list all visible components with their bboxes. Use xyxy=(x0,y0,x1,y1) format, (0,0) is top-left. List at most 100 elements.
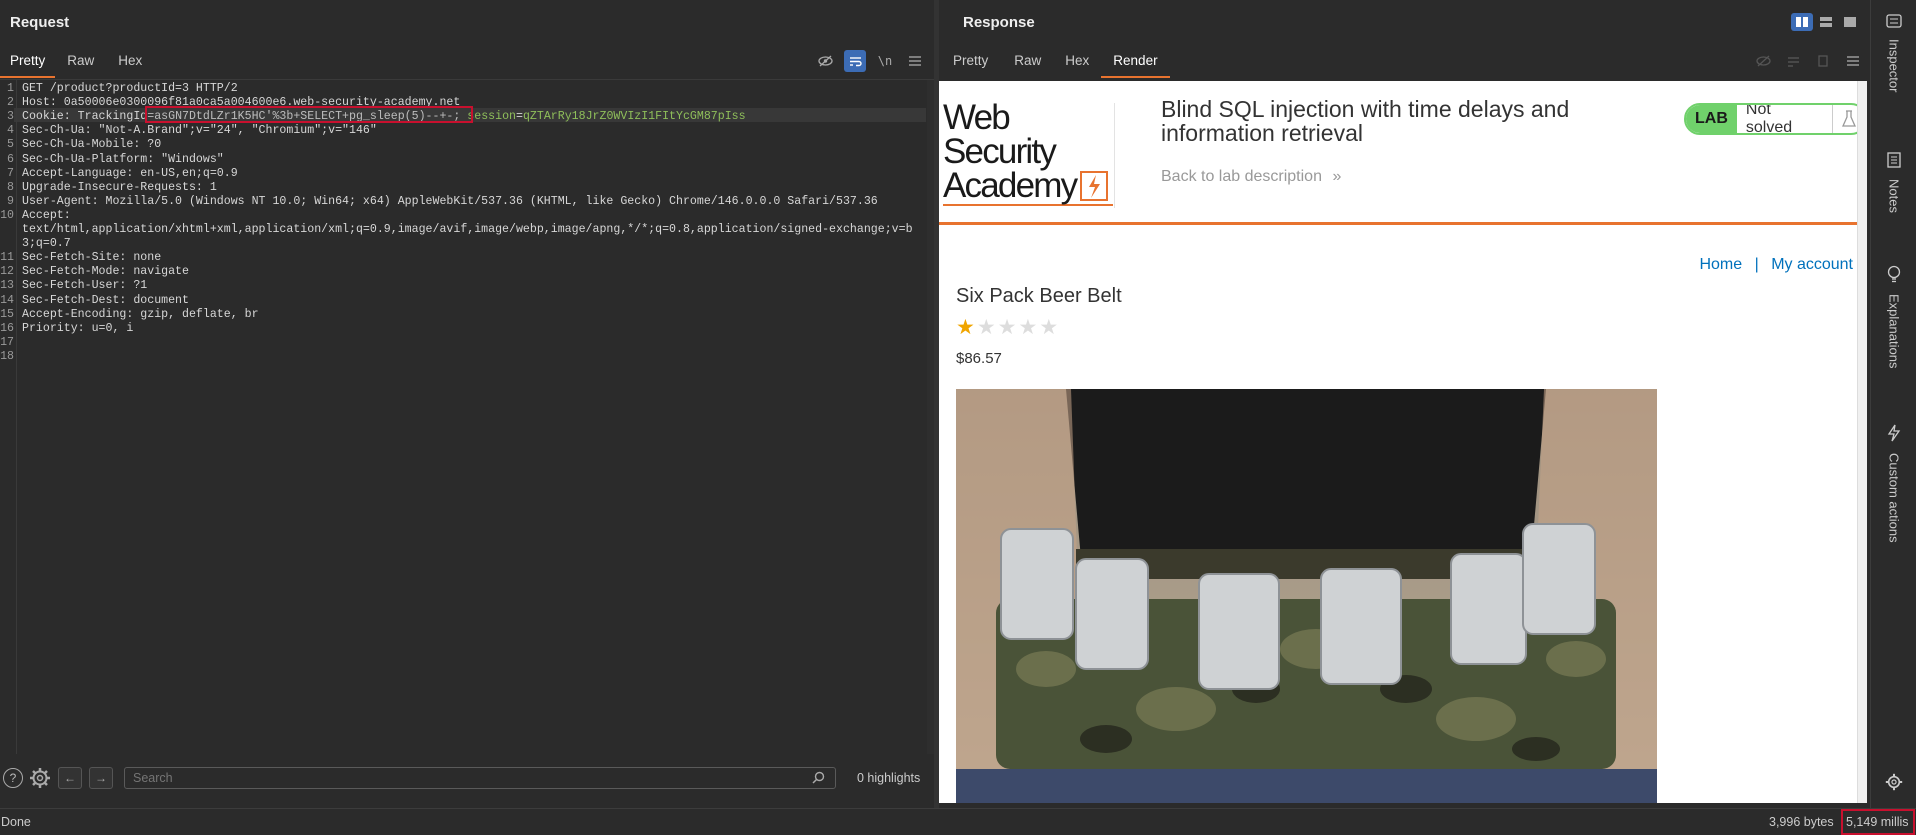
line-number: 6 xyxy=(7,152,14,166)
tab-hex[interactable]: Hex xyxy=(1053,44,1101,78)
tab-raw[interactable]: Raw xyxy=(1002,44,1053,78)
line-number: 5 xyxy=(7,138,14,152)
sidebar-item-inspector[interactable]: Inspector xyxy=(1871,14,1916,92)
product-name: Six Pack Beer Belt xyxy=(956,285,1122,307)
code-line[interactable]: Sec-Fetch-Dest: document xyxy=(22,294,189,307)
code-line[interactable]: Priority: u=0, i xyxy=(22,322,133,335)
line-number: 18 xyxy=(0,349,14,363)
request-editor[interactable]: 1 GET /product?productId=3 HTTP/2 2 Host: 0… xyxy=(0,80,934,754)
line-number: 11 xyxy=(0,251,14,265)
code-line[interactable]: Sec-Ch-Ua-Platform: "Windows" xyxy=(22,153,224,166)
tab-hex[interactable]: Hex xyxy=(106,44,154,78)
code-line[interactable]: Sec-Ch-Ua: "Not-A.Brand";v="24", "Chromi… xyxy=(22,124,377,137)
line-number: 2 xyxy=(7,96,14,110)
product-image xyxy=(956,389,1657,803)
editor-scrollbar[interactable] xyxy=(927,80,934,754)
nav-my-account-link[interactable]: My account xyxy=(1771,256,1853,273)
star-icon: ★ xyxy=(1018,316,1038,339)
inspector-icon xyxy=(1886,14,1902,31)
back-link-label: Back to lab description xyxy=(1161,168,1322,185)
status-bar: Done 3,996 bytes 5,149 millis xyxy=(0,808,1916,835)
arrow-right-icon[interactable]: → xyxy=(89,767,113,789)
eye-slash-icon[interactable] xyxy=(814,50,836,72)
code-line[interactable]: User-Agent: Mozilla/5.0 (Windows NT 10.0… xyxy=(22,195,878,208)
line-number: 15 xyxy=(0,307,14,321)
newline-icon[interactable]: \n xyxy=(874,50,896,72)
cookie-part-a: Cookie: TrackingId xyxy=(22,110,148,124)
top-nav: Home | My account xyxy=(1699,256,1853,274)
search-icon[interactable] xyxy=(812,771,825,789)
menu-icon[interactable] xyxy=(1842,50,1864,72)
line-number: 17 xyxy=(0,335,14,349)
payload-highlight-box xyxy=(145,106,473,123)
tab-render[interactable]: Render xyxy=(1101,44,1170,78)
sidebar-label-inspector: Inspector xyxy=(1886,39,1902,93)
sidebar-settings[interactable] xyxy=(1871,773,1916,794)
chevrons-right-icon: » xyxy=(1332,168,1342,185)
sidebar-item-custom-actions[interactable]: Custom actions xyxy=(1871,424,1916,543)
rendered-page[interactable]: Web Security Academy Blind SQL injection… xyxy=(939,81,1867,803)
code-line[interactable]: text/html,application/xhtml+xml,applicat… xyxy=(22,223,913,236)
render-scrollbar[interactable] xyxy=(1857,81,1867,803)
header-accent-bar xyxy=(939,222,1867,225)
line-number: 7 xyxy=(7,166,14,180)
lab-status: Not solved xyxy=(1745,103,1793,135)
word-wrap-icon[interactable] xyxy=(844,50,866,72)
nav-home-link[interactable]: Home xyxy=(1699,256,1742,273)
code-line[interactable]: Accept: xyxy=(22,209,71,222)
word-wrap-icon xyxy=(1782,50,1804,72)
star-icon: ★ xyxy=(997,316,1017,339)
request-bottom-bar: ? ← → 0 highlights xyxy=(0,763,934,793)
code-line[interactable]: Sec-Fetch-Site: none xyxy=(22,251,161,264)
line-number: 14 xyxy=(0,293,14,307)
tab-pretty[interactable]: Pretty xyxy=(939,44,1002,78)
code-line[interactable]: Accept-Encoding: gzip, deflate, br xyxy=(22,308,259,321)
lightning-icon xyxy=(1887,424,1901,445)
logo-line1: Web Security xyxy=(943,98,1057,171)
settings-gear-icon[interactable] xyxy=(29,767,51,789)
code-line[interactable]: 3;q=0.7 xyxy=(22,237,71,250)
logo-bolt-icon xyxy=(1080,171,1109,201)
code-line[interactable]: Accept-Language: en-US,en;q=0.9 xyxy=(22,167,238,180)
star-icon: ★ xyxy=(1039,316,1059,339)
sidebar-item-notes[interactable]: Notes xyxy=(1871,152,1916,213)
line-number: 16 xyxy=(0,321,14,335)
gear-icon xyxy=(1885,773,1903,794)
layout-single-icon[interactable] xyxy=(1839,13,1861,31)
line-number: 13 xyxy=(0,279,14,293)
star-icon: ★ xyxy=(976,316,996,339)
response-bytes: 3,996 bytes xyxy=(1769,815,1834,829)
menu-icon[interactable] xyxy=(904,50,926,72)
response-title: Response xyxy=(963,14,1035,31)
nav-separator: | xyxy=(1754,256,1759,273)
search-input[interactable] xyxy=(124,767,836,789)
request-tabs: Pretty Raw Hex \n xyxy=(0,44,934,78)
logo-line2: Academy xyxy=(943,166,1078,205)
response-header: Response xyxy=(939,0,1870,44)
cookie-part-c: session xyxy=(467,110,516,124)
code-line[interactable]: GET /product?productId=3 HTTP/2 xyxy=(22,82,238,95)
code-line[interactable]: Upgrade-Insecure-Requests: 1 xyxy=(22,181,217,194)
product-price: $86.57 xyxy=(956,350,1002,367)
code-line[interactable]: Sec-Fetch-Mode: navigate xyxy=(22,265,189,278)
gutter-line xyxy=(16,80,17,754)
product-rating: ★ ★ ★ ★ ★ xyxy=(956,317,1060,339)
wsa-logo[interactable]: Web Security Academy xyxy=(943,98,1113,206)
help-icon[interactable]: ? xyxy=(3,768,23,788)
cookie-part-d: = xyxy=(515,110,523,124)
eye-slash-icon xyxy=(1752,50,1774,72)
layout-split-icon[interactable] xyxy=(1791,13,1813,31)
sidebar-item-explanations[interactable]: Explanations xyxy=(1871,265,1916,368)
tab-pretty[interactable]: Pretty xyxy=(0,44,56,78)
line-number: 9 xyxy=(7,194,14,208)
layout-stacked-icon[interactable] xyxy=(1815,13,1837,31)
sidebar-label-notes: Notes xyxy=(1886,179,1902,213)
burp-repeater: { "request":{ "title":"Request", "tabs":… xyxy=(0,0,1916,835)
tab-raw[interactable]: Raw xyxy=(55,44,106,78)
arrow-left-icon[interactable]: ← xyxy=(58,767,82,789)
back-to-description-link[interactable]: Back to lab description » xyxy=(1161,168,1341,186)
cookie-part-e: qZTArRy18JrZ0WVIzI1FItYcGM87pIss xyxy=(522,110,746,124)
code-line[interactable]: Sec-Ch-Ua-Mobile: ?0 xyxy=(22,138,161,151)
lab-label: LAB xyxy=(1686,105,1737,133)
code-line[interactable]: Sec-Fetch-User: ?1 xyxy=(22,279,147,292)
